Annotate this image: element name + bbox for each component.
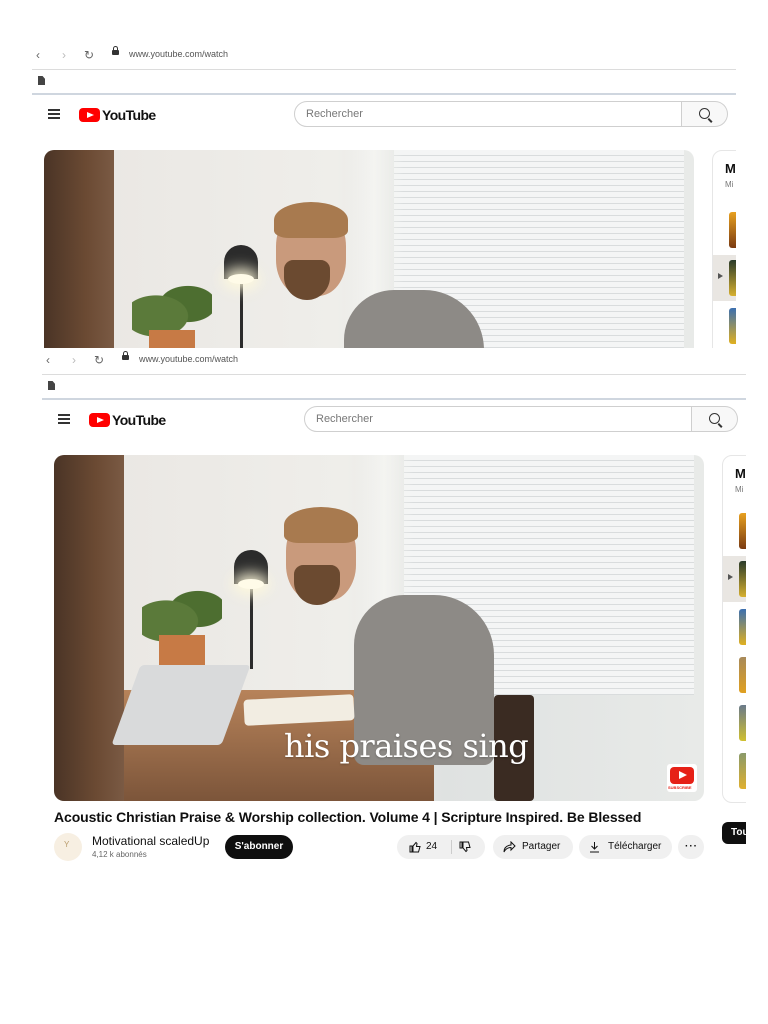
channel-name[interactable]: Motivational scaledUp [92,834,209,848]
playlist-title: M [725,161,736,176]
video-player[interactable]: his praises sing SUBSCRIBE [54,455,704,801]
download-icon [590,842,599,853]
youtube-header: YouTube Rechercher [32,95,736,135]
file-icon[interactable] [38,76,45,85]
playlist-item[interactable] [723,604,746,650]
playlist-subtitle: Mi [725,180,734,189]
forward-icon[interactable]: › [72,352,76,368]
playlist-item[interactable] [723,508,746,554]
youtube-logo[interactable]: YouTube [89,412,166,428]
play-icon [89,413,110,427]
dislike-icon[interactable] [459,841,471,853]
video-title: Acoustic Christian Praise & Worship coll… [54,809,642,825]
search-icon [699,108,710,119]
youtube-logo[interactable]: YouTube [79,107,156,123]
search-placeholder: Rechercher [316,413,373,425]
playlist-panel: M Mi [722,455,746,803]
logo-text: YouTube [102,107,156,123]
search-button[interactable] [692,406,738,432]
download-label: Télécharger [608,841,662,852]
search-input[interactable]: Rechercher [304,406,692,432]
reload-icon[interactable]: ↻ [84,47,94,63]
like-count: 24 [426,841,438,852]
menu-icon[interactable] [58,414,70,424]
lock-icon [122,351,129,360]
youtube-header: YouTube Rechercher [42,400,746,440]
url-text[interactable]: www.youtube.com/watch [139,354,238,364]
play-icon [728,574,733,580]
playlist-item[interactable] [723,556,746,602]
url-text[interactable]: www.youtube.com/watch [129,49,228,59]
playlist-subtitle: Mi [735,485,744,494]
playlist-title: M [735,466,746,481]
address-bar: ‹ › ↻ www.youtube.com/watch [42,349,746,371]
playlist-item[interactable] [723,748,746,794]
file-icon[interactable] [48,381,55,390]
like-icon[interactable] [409,841,421,853]
search-button[interactable] [682,101,728,127]
back-icon[interactable]: ‹ [36,47,40,63]
reload-icon[interactable]: ↻ [94,352,104,368]
search-placeholder: Rechercher [306,108,363,120]
subscribe-button[interactable]: S'abonner [225,835,293,859]
download-button[interactable]: Télécharger [579,835,672,859]
playlist-item[interactable] [713,207,736,253]
playlist-all-button[interactable]: Tou [722,822,746,844]
logo-text: YouTube [112,412,166,428]
play-icon [79,108,100,122]
playlist-item[interactable] [723,652,746,698]
play-icon [670,767,694,784]
avatar[interactable] [54,833,82,861]
video-caption: his praises sing [284,727,529,765]
playlist-panel: M Mi [712,150,736,348]
subscribe-watermark[interactable]: SUBSCRIBE [667,764,697,792]
more-icon: ··· [685,841,698,852]
share-label: Partager [522,841,561,852]
share-icon [503,841,516,853]
share-button[interactable]: Partager [493,835,573,859]
more-button[interactable]: ··· [678,835,704,859]
playlist-item[interactable] [713,255,736,301]
forward-icon[interactable]: › [62,47,66,63]
address-bar: ‹ › ↻ www.youtube.com/watch [32,44,736,66]
back-icon[interactable]: ‹ [46,352,50,368]
browser-window-main: ‹ › ↻ www.youtube.com/watch YouTube Rech… [42,349,746,861]
menu-icon[interactable] [48,109,60,119]
bookmarks-bar [42,375,746,397]
search-input[interactable]: Rechercher [294,101,682,127]
video-player[interactable] [44,150,694,348]
playlist-item[interactable] [723,700,746,746]
playlist-item[interactable] [713,303,736,348]
search-icon [709,413,720,424]
divider [451,840,452,854]
play-icon [718,273,723,279]
subscribe-watermark-text: SUBSCRIBE [668,785,692,790]
subscriber-count: 4,12 k abonnés [92,850,147,859]
bookmarks-bar [32,70,736,92]
browser-window-top: ‹ › ↻ www.youtube.com/watch YouTube Rech… [32,44,736,348]
lock-icon [112,46,119,55]
like-dislike-group: 24 [397,835,485,859]
